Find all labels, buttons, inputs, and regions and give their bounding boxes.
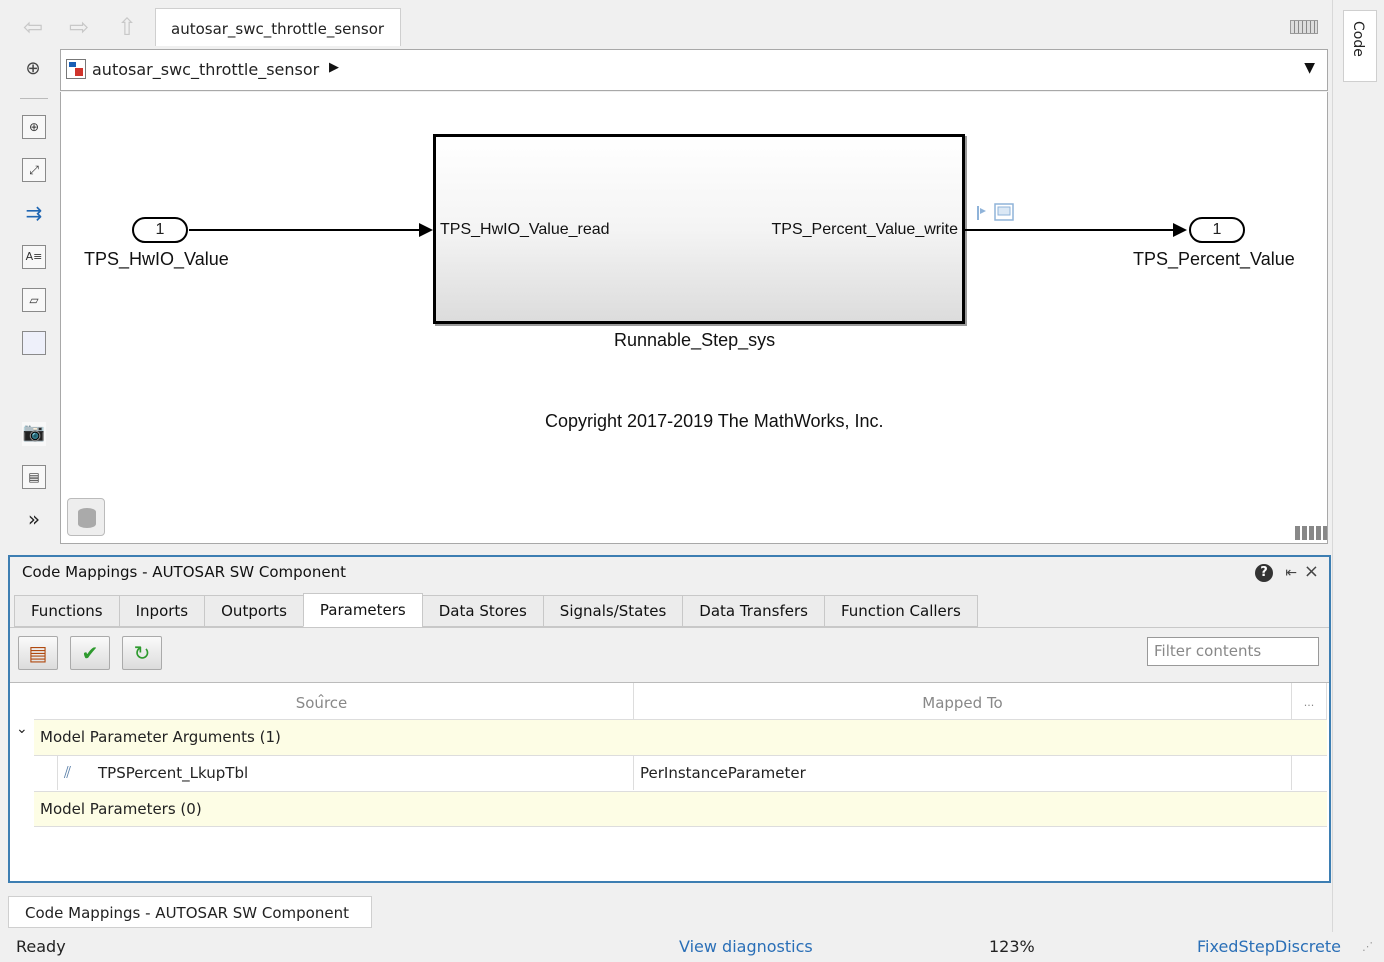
fit-view-icon[interactable]: ⤢ — [22, 158, 46, 182]
model-browser-icon[interactable]: ▤ — [22, 465, 46, 489]
tab-signals-states[interactable]: Signals/States — [542, 595, 684, 627]
signal-line-out[interactable] — [965, 229, 1183, 231]
mapping-tabs: Functions Inports Outports Parameters Da… — [14, 593, 978, 627]
zoom-level: 123% — [989, 937, 1035, 956]
up-icon[interactable]: ⇧ — [110, 12, 144, 42]
subsystem-output-label: TPS_Percent_Value_write — [771, 221, 958, 238]
subsystem-input-label: TPS_HwIO_Value_read — [440, 221, 610, 238]
validate-icon[interactable]: ✔ — [70, 636, 110, 670]
group-row[interactable]: Model Parameters (0) — [34, 791, 1327, 827]
source-text: TPSPercent_LkupTbl — [98, 764, 249, 782]
bottom-panel-tab[interactable]: Code Mappings - AUTOSAR SW Component — [8, 896, 372, 928]
resize-grip-icon[interactable]: ⋰ — [1362, 940, 1373, 953]
column-source[interactable]: ⌃ Source — [10, 683, 634, 719]
subsystem-name[interactable]: Runnable_Step_sys — [614, 330, 775, 351]
solver-link[interactable]: FixedStepDiscrete — [1197, 937, 1341, 956]
view-diagnostics-link[interactable]: View diagnostics — [679, 937, 813, 956]
signal-arrow-out — [1173, 223, 1187, 237]
right-strip — [1332, 0, 1384, 962]
column-mapped-to[interactable]: Mapped To — [634, 683, 1292, 719]
code-mappings-panel: Code Mappings - AUTOSAR SW Component ? ⇤… — [8, 555, 1331, 883]
configure-icon[interactable]: ▤ — [18, 636, 58, 670]
hide-browser-icon[interactable]: ⊕ — [22, 58, 44, 80]
chevron-down-icon[interactable]: ⌄ — [16, 721, 28, 737]
palette-divider — [20, 98, 48, 99]
filter-input[interactable]: Filter contents — [1147, 637, 1319, 666]
status-bar: Ready View diagnostics 123% FixedStepDis… — [0, 932, 1384, 962]
address-bar[interactable]: autosar_swc_throttle_sensor ▶ ▼ — [60, 49, 1328, 91]
lookup-table-icon: ⫽ — [64, 763, 72, 782]
mapped-to-cell[interactable]: PerInstanceParameter — [634, 756, 1292, 790]
sort-caret-icon: ⌃ — [316, 692, 327, 706]
model-tab[interactable]: autosar_swc_throttle_sensor — [155, 8, 401, 46]
tab-data-transfers[interactable]: Data Transfers — [682, 595, 825, 627]
area-icon[interactable] — [22, 331, 46, 355]
keyboard-icon[interactable] — [1290, 20, 1318, 34]
pin-icon[interactable]: ⇤ — [1285, 565, 1297, 581]
tab-function-callers[interactable]: Function Callers — [823, 595, 978, 627]
code-tab-label: Code — [1350, 21, 1366, 57]
path-arrow-icon[interactable]: ▶ — [329, 60, 339, 75]
tab-data-stores[interactable]: Data Stores — [421, 595, 544, 627]
subsystem-block[interactable]: TPS_HwIO_Value_read TPS_Percent_Value_wr… — [433, 134, 965, 324]
source-cell[interactable]: ⫽ TPSPercent_LkupTbl — [58, 756, 634, 790]
mapping-table: ⌃ Source Mapped To ... ⌄ Model Parameter… — [10, 682, 1329, 881]
close-icon[interactable]: × — [1304, 561, 1319, 582]
inport-label[interactable]: TPS_HwIO_Value — [84, 249, 229, 270]
refresh-icon[interactable]: ↻ — [122, 636, 162, 670]
panel-title: Code Mappings - AUTOSAR SW Component — [22, 563, 346, 581]
mapping-toolbar: ▤ ✔ ↻ Filter contents — [10, 627, 1329, 681]
tab-inports[interactable]: Inports — [118, 595, 206, 627]
outport-label[interactable]: TPS_Percent_Value — [1133, 249, 1295, 270]
address-path[interactable]: autosar_swc_throttle_sensor — [92, 60, 319, 79]
text-annotation-icon[interactable]: A≡ — [22, 245, 46, 269]
zoom-icon[interactable]: ⊕ — [22, 115, 46, 139]
row-indent — [34, 756, 58, 790]
copyright-annotation[interactable]: Copyright 2017-2019 The MathWorks, Inc. — [545, 411, 884, 432]
logging-badge-icon[interactable] — [975, 202, 1015, 224]
top-toolbar: ⇦ ⇨ ⇧ autosar_swc_throttle_sensor — [0, 0, 1332, 48]
expand-icon[interactable]: » — [22, 508, 46, 532]
signal-arrow-icon[interactable]: ⇉ — [22, 201, 46, 225]
outport-block[interactable]: 1 — [1189, 217, 1245, 243]
column-more[interactable]: ... — [1292, 683, 1327, 719]
signal-line-in[interactable] — [189, 229, 425, 231]
address-dropdown-icon[interactable]: ▼ — [1304, 60, 1315, 76]
back-icon[interactable]: ⇦ — [16, 12, 50, 42]
code-side-tab[interactable]: Code — [1343, 10, 1377, 82]
signal-arrow-in — [419, 223, 433, 237]
help-icon[interactable]: ? — [1255, 564, 1273, 582]
table-row[interactable]: ⫽ TPSPercent_LkupTbl PerInstanceParamete… — [34, 755, 1327, 791]
tab-functions[interactable]: Functions — [14, 595, 120, 627]
image-annotation-icon[interactable]: ▱ — [22, 288, 46, 312]
group-row[interactable]: Model Parameter Arguments (1) — [34, 719, 1327, 755]
data-dictionary-button[interactable] — [67, 498, 105, 536]
inport-block[interactable]: 1 — [132, 217, 188, 243]
model-icon — [66, 59, 86, 79]
database-icon — [78, 508, 96, 528]
tab-outports[interactable]: Outports — [204, 595, 304, 627]
forward-icon[interactable]: ⇨ — [62, 12, 96, 42]
tab-parameters[interactable]: Parameters — [302, 593, 423, 627]
model-canvas[interactable]: 1 TPS_HwIO_Value TPS_HwIO_Value_read TPS… — [60, 92, 1328, 544]
sample-time-legend-icon[interactable] — [1295, 526, 1327, 540]
camera-icon[interactable]: 📷 — [22, 422, 46, 446]
status-text: Ready — [16, 937, 66, 956]
